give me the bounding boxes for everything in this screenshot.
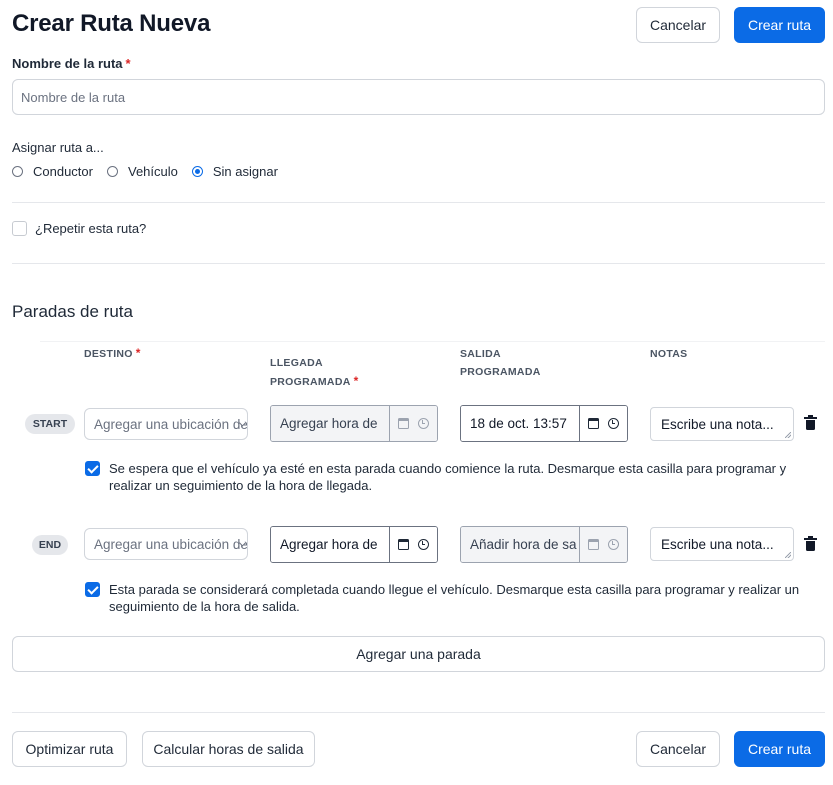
clock-icon[interactable]: [417, 418, 429, 429]
column-header-destino: DESTINO *: [84, 344, 141, 363]
departure-time-icons: [579, 406, 627, 441]
optimize-route-button[interactable]: Optimizar ruta: [12, 731, 127, 767]
column-header-destino-text: DESTINO: [84, 348, 133, 360]
divider: [40, 341, 825, 342]
required-mark: *: [353, 374, 359, 388]
stop-notes-placeholder: Escribe una nota...: [661, 536, 774, 552]
column-header-llegada-line1: LLEGADA: [270, 357, 323, 369]
stop-notes-placeholder: Escribe una nota...: [661, 416, 774, 432]
trash-icon[interactable]: [804, 415, 817, 430]
departure-time-text[interactable]: 18 de oct. 13:57: [461, 406, 579, 441]
resize-grip-icon[interactable]: [785, 432, 791, 438]
add-stop-button[interactable]: Agregar una parada: [12, 636, 825, 672]
required-mark: *: [135, 346, 141, 360]
cancel-button[interactable]: Cancelar: [636, 7, 720, 43]
trash-icon[interactable]: [804, 536, 817, 551]
stops-section-title: Paradas de ruta: [12, 302, 133, 321]
stop-location-placeholder: Agregar una ubicación de: [94, 416, 248, 432]
clock-icon[interactable]: [607, 418, 619, 429]
arrival-time-field[interactable]: Agregar hora de: [270, 526, 438, 563]
stop-badge-start: START: [25, 414, 75, 434]
stop-notes-input[interactable]: Escribe una nota...: [650, 407, 794, 441]
repeat-checkbox[interactable]: [12, 221, 27, 236]
create-route-button[interactable]: Crear ruta: [734, 7, 825, 43]
cancel-button[interactable]: Cancelar: [636, 731, 720, 767]
assign-label: Asignar ruta a...: [12, 140, 104, 155]
arrival-time-text[interactable]: Agregar hora de: [271, 406, 389, 441]
route-name-input[interactable]: Nombre de la ruta: [12, 79, 825, 115]
divider: [12, 263, 825, 264]
calendar-icon[interactable]: [588, 418, 600, 429]
departure-time-field[interactable]: 18 de oct. 13:57: [460, 405, 628, 442]
stop-location-input[interactable]: Agregar una ubicación de: [84, 528, 248, 560]
column-header-salida-line1: SALIDA: [460, 348, 501, 360]
column-header-llegada-line2: PROGRAMADA: [270, 376, 351, 388]
radio-label-vehiculo: Vehículo: [127, 164, 178, 179]
page-title: Crear Ruta Nueva: [12, 10, 211, 37]
divider: [12, 202, 825, 203]
stop-notes-input[interactable]: Escribe una nota...: [650, 527, 794, 561]
required-mark: *: [125, 56, 131, 71]
calendar-icon[interactable]: [588, 539, 600, 550]
arrival-time-text[interactable]: Agregar hora de: [271, 527, 389, 562]
stop-location-placeholder: Agregar una ubicación de: [94, 536, 248, 552]
assign-option-sin-asignar[interactable]: Sin asignar: [191, 164, 278, 179]
arrival-time-icons: [389, 527, 437, 562]
radio-vehiculo[interactable]: [106, 166, 118, 177]
stop-start-checkbox-text: Se espera que el vehículo ya esté en est…: [109, 461, 787, 493]
radio-label-conductor: Conductor: [33, 164, 93, 179]
radio-conductor[interactable]: [12, 166, 23, 177]
radio-sin-asignar[interactable]: [191, 166, 203, 177]
column-header-llegada: LLEGADA PROGRAMADA *: [270, 354, 359, 391]
route-name-label-text: Nombre de la ruta: [12, 56, 123, 71]
clock-icon[interactable]: [417, 539, 429, 550]
stop-end-checkbox[interactable]: [85, 582, 100, 597]
stop-start-checkbox[interactable]: [85, 461, 100, 476]
departure-time-text[interactable]: Añadir hora de sa: [461, 527, 579, 562]
calendar-icon[interactable]: [398, 539, 410, 550]
create-route-button[interactable]: Crear ruta: [734, 731, 825, 767]
radio-label-sin-asignar: Sin asignar: [212, 164, 278, 179]
stop-location-input[interactable]: Agregar una ubicación de: [84, 408, 248, 440]
assign-radio-group: Conductor Vehículo Sin asignar: [12, 164, 292, 179]
departure-time-icons: [579, 527, 627, 562]
divider: [12, 712, 825, 713]
stop-end-checkbox-text: Esta parada se considerará completada cu…: [109, 582, 800, 614]
resize-grip-icon[interactable]: [785, 552, 791, 558]
repeat-label: ¿Repetir esta ruta?: [35, 221, 147, 236]
calculate-departure-times-button[interactable]: Calcular horas de salida: [142, 731, 315, 767]
stop-badge-end: END: [32, 535, 68, 555]
column-header-salida-line2: PROGRAMADA: [460, 366, 541, 378]
arrival-time-field[interactable]: Agregar hora de: [270, 405, 438, 442]
route-name-label: Nombre de la ruta *: [12, 56, 131, 71]
column-header-notas: NOTAS: [650, 348, 688, 360]
arrival-time-icons: [389, 406, 437, 441]
assign-option-conductor[interactable]: Conductor: [12, 164, 93, 179]
calendar-icon[interactable]: [398, 418, 410, 429]
column-header-salida: SALIDA PROGRAMADA: [460, 345, 541, 381]
clock-icon[interactable]: [607, 539, 619, 550]
assign-option-vehiculo[interactable]: Vehículo: [106, 164, 178, 179]
departure-time-field[interactable]: Añadir hora de sa: [460, 526, 628, 563]
